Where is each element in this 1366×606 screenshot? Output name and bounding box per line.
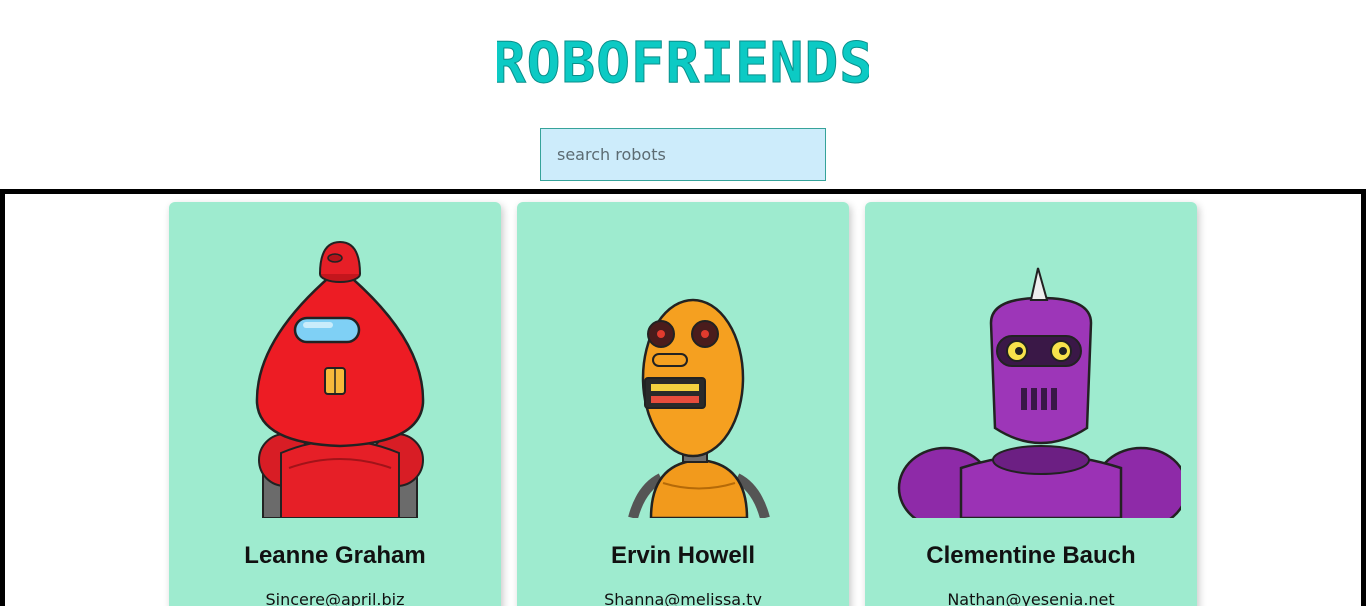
purple-robot-avatar <box>897 267 1181 518</box>
robofriends-page: ROBOFRIENDS search robots Leanne Graham … <box>0 0 1366 606</box>
page-title: ROBOFRIENDS <box>497 31 869 90</box>
robot-name: Leanne Graham <box>244 542 426 569</box>
robot-name: Ervin Howell <box>610 542 756 569</box>
robot-email: Shanna@melissa.tv <box>604 590 762 606</box>
robot-card: Leanne Graham Sincere@april.biz <box>169 202 501 606</box>
robot-email: Sincere@april.biz <box>265 590 405 606</box>
card-list: Leanne Graham Sincere@april.biz Ervin Ho… <box>169 202 1197 606</box>
orange-robot-avatar <box>628 298 770 518</box>
search-input[interactable] <box>540 128 826 181</box>
robot-name: Clementine Bauch <box>926 542 1136 569</box>
app-logo: ROBOFRIENDS <box>0 30 1366 94</box>
red-robot-avatar <box>255 240 425 518</box>
card-list-scroll[interactable]: Leanne Graham Sincere@april.biz Ervin Ho… <box>0 189 1366 606</box>
robot-email: Nathan@yesenia.net <box>947 590 1115 606</box>
logo-svg: ROBOFRIENDS <box>497 31 869 91</box>
search-box <box>540 128 826 181</box>
robot-card: Ervin Howell Shanna@melissa.tv <box>517 202 849 606</box>
robot-card: Clementine Bauch Nathan@yesenia.net <box>865 202 1197 606</box>
